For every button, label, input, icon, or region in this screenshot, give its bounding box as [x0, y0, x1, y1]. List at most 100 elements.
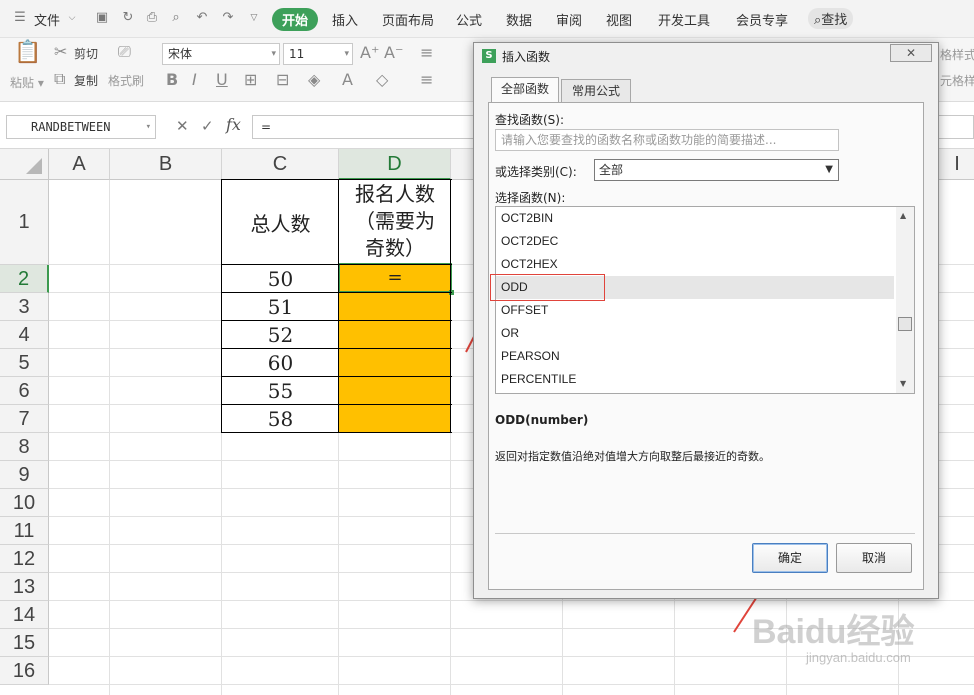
dialog-title-bar[interactable]: S 插入函数 ✕: [474, 43, 938, 69]
tab-page-layout[interactable]: 页面布局: [382, 10, 434, 29]
redo-icon[interactable]: ↷: [220, 10, 236, 26]
function-list-scrollbar[interactable]: ▲ ▼: [896, 207, 914, 393]
column-header-i[interactable]: I: [940, 149, 974, 180]
cell-style-button[interactable]: 格样式: [940, 46, 974, 63]
undo-icon[interactable]: ↶: [194, 10, 210, 26]
italic-icon[interactable]: I: [192, 71, 197, 89]
row-header-9[interactable]: 9: [0, 461, 49, 489]
close-button[interactable]: ✕: [890, 44, 932, 62]
tab-developer[interactable]: 开发工具: [658, 10, 710, 29]
confirm-formula-icon[interactable]: ✓: [201, 117, 214, 135]
copy-button[interactable]: 复制: [74, 72, 98, 89]
row-header-3[interactable]: 3: [0, 293, 49, 321]
tab-insert[interactable]: 插入: [332, 10, 358, 29]
cell-c7[interactable]: 58: [222, 407, 339, 431]
row-header-16[interactable]: 16: [0, 657, 49, 685]
tab-member[interactable]: 会员专享: [736, 10, 788, 29]
row-header-8[interactable]: 8: [0, 433, 49, 461]
cut-button[interactable]: 剪切: [74, 45, 98, 62]
function-signature: ODD(number): [495, 413, 589, 427]
cell-c3[interactable]: 51: [222, 295, 339, 319]
row-header-4[interactable]: 4: [0, 321, 49, 349]
border-icon[interactable]: ⊞: [244, 71, 257, 89]
column-header-b[interactable]: B: [110, 149, 222, 180]
row-header-11[interactable]: 11: [0, 517, 49, 545]
font-size-select[interactable]: 11 ▾: [283, 43, 353, 65]
hamburger-icon[interactable]: ☰: [12, 10, 28, 26]
align-top-icon[interactable]: ≡: [420, 44, 433, 62]
font-color-icon[interactable]: A: [342, 71, 353, 89]
cancel-formula-icon[interactable]: ✕: [176, 117, 189, 135]
row-header-1[interactable]: 1: [0, 180, 49, 265]
export-icon[interactable]: ↻: [120, 10, 136, 26]
paste-button[interactable]: 粘贴 ▾: [10, 74, 44, 91]
tab-common-formulas[interactable]: 常用公式: [561, 79, 631, 103]
row-header-15[interactable]: 15: [0, 629, 49, 657]
column-header-a[interactable]: A: [49, 149, 110, 180]
row-header-14[interactable]: 14: [0, 601, 49, 629]
font-shrink-icon[interactable]: A⁻: [384, 44, 403, 62]
function-item-or[interactable]: OR: [496, 322, 894, 345]
cell-c2[interactable]: 50: [222, 267, 339, 291]
search-button[interactable]: ⌕查找: [808, 8, 854, 29]
name-box[interactable]: RANDBETWEEN ▾: [6, 115, 156, 139]
print-preview-icon[interactable]: ⌕: [168, 10, 184, 26]
cell-c5[interactable]: 60: [222, 351, 339, 375]
function-item-offset[interactable]: OFFSET: [496, 299, 894, 322]
cell-d1[interactable]: 报名人数 （需要为 奇数）: [339, 181, 451, 262]
quick-access-more-icon[interactable]: ▽: [246, 10, 262, 26]
file-menu[interactable]: 文件: [34, 10, 60, 29]
fill-color-icon[interactable]: ◈: [308, 71, 320, 89]
cell-c1[interactable]: 总人数: [222, 208, 339, 237]
paste-icon[interactable]: 📋: [14, 42, 41, 64]
ok-button[interactable]: 确定: [752, 543, 828, 573]
row-header-13[interactable]: 13: [0, 573, 49, 601]
insert-function-dialog: S 插入函数 ✕ 全部函数 常用公式 查找函数(S): 请输入您要查找的函数名称…: [473, 42, 939, 599]
tab-view[interactable]: 视图: [606, 10, 632, 29]
tab-all-functions[interactable]: 全部函数: [491, 77, 559, 103]
clear-format-icon[interactable]: ◇: [376, 71, 388, 89]
baidu-watermark-logo: Baidu经验: [752, 613, 915, 651]
tab-review[interactable]: 审阅: [556, 10, 582, 29]
tab-formulas[interactable]: 公式: [456, 10, 482, 29]
cell-c4[interactable]: 52: [222, 323, 339, 347]
row-header-10[interactable]: 10: [0, 489, 49, 517]
print-icon[interactable]: ⎙: [144, 10, 160, 26]
underline-icon[interactable]: U: [216, 71, 228, 89]
insert-function-icon[interactable]: fx: [226, 115, 241, 134]
row-header-6[interactable]: 6: [0, 377, 49, 405]
save-icon[interactable]: ▣: [94, 10, 110, 26]
baidu-watermark-url: jingyan.baidu.com: [806, 650, 911, 665]
column-header-c[interactable]: C: [222, 149, 339, 180]
strikethrough-icon[interactable]: ⊟: [276, 71, 289, 89]
scroll-up-icon[interactable]: ▲: [900, 211, 906, 220]
font-name-select[interactable]: 宋体 ▾: [162, 43, 280, 65]
function-item-pearson[interactable]: PEARSON: [496, 345, 894, 368]
scissors-icon: ✂: [54, 42, 68, 61]
function-item-oct2hex[interactable]: OCT2HEX: [496, 253, 894, 276]
row-header-12[interactable]: 12: [0, 545, 49, 573]
bold-icon[interactable]: B: [166, 71, 178, 89]
row-header-7[interactable]: 7: [0, 405, 49, 433]
category-select[interactable]: 全部 ▼: [594, 159, 839, 181]
function-item-oct2bin[interactable]: OCT2BIN: [496, 207, 894, 230]
align-left-icon[interactable]: ≡: [420, 71, 433, 89]
function-item-percentile[interactable]: PERCENTILE: [496, 368, 894, 391]
tab-home[interactable]: 开始: [272, 8, 319, 31]
function-item-oct2dec[interactable]: OCT2DEC: [496, 230, 894, 253]
scroll-thumb[interactable]: [898, 317, 912, 331]
tab-data[interactable]: 数据: [506, 10, 532, 29]
select-all-corner[interactable]: [0, 149, 49, 180]
row-header-5[interactable]: 5: [0, 349, 49, 377]
row-header-2[interactable]: 2: [0, 265, 49, 293]
column-header-d[interactable]: D: [339, 149, 451, 180]
cell-style-button-2[interactable]: 元格样: [940, 72, 974, 89]
scroll-down-icon[interactable]: ▼: [900, 379, 906, 388]
search-function-label: 查找函数(S):: [495, 113, 565, 127]
chevron-down-icon[interactable]: ⌵: [64, 10, 80, 26]
cancel-button[interactable]: 取消: [836, 543, 912, 573]
format-painter-button[interactable]: 格式刷: [108, 72, 144, 89]
cell-c6[interactable]: 55: [222, 379, 339, 403]
font-grow-icon[interactable]: A⁺: [360, 44, 379, 62]
function-search-input[interactable]: 请输入您要查找的函数名称或函数功能的简要描述...: [495, 129, 839, 151]
